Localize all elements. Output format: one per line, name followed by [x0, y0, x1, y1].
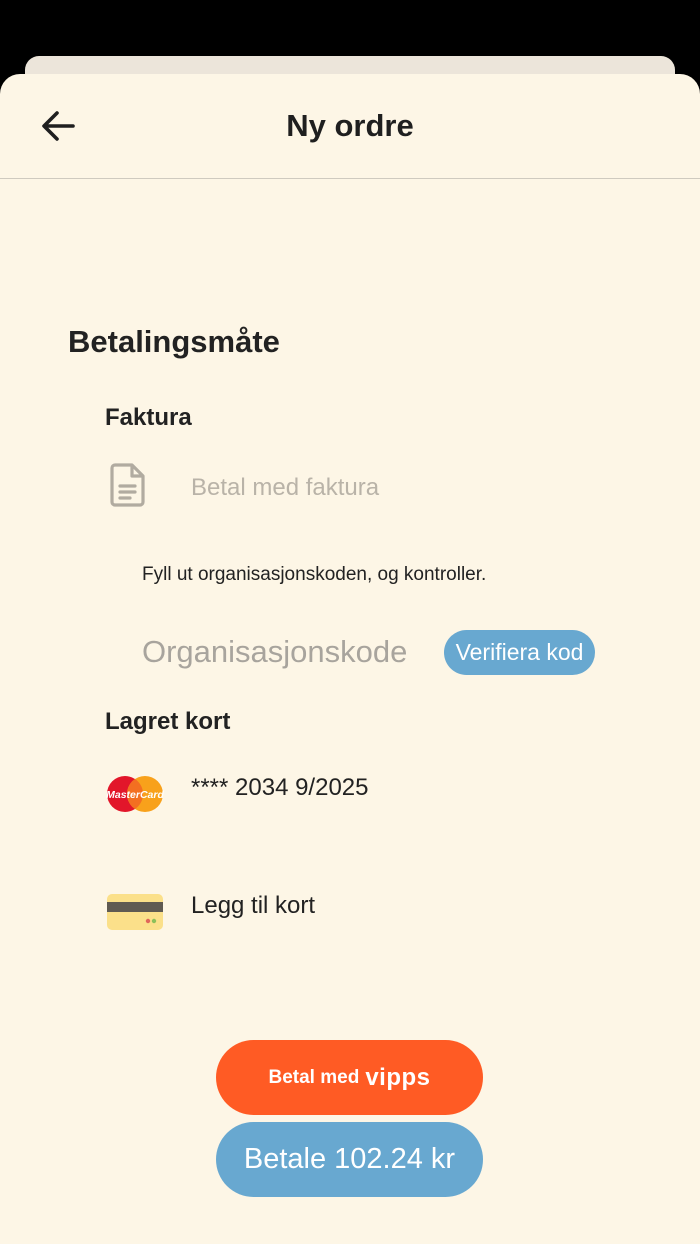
document-icon — [108, 462, 148, 513]
saved-card-option[interactable]: MasterCard **** 2034 9/2025 — [106, 774, 369, 814]
vipps-button-label: Betal med — [268, 1066, 360, 1088]
saved-card-heading: Lagret kort — [105, 708, 231, 735]
pay-with-vipps-button[interactable]: Betal med vipps — [216, 1040, 483, 1115]
invoice-heading: Faktura — [105, 404, 192, 431]
verify-code-button[interactable]: Verifiera kod — [444, 630, 595, 675]
invoice-option[interactable]: Betal med faktura — [108, 462, 379, 513]
credit-card-icon — [106, 892, 164, 932]
invoice-option-label: Betal med faktura — [191, 473, 380, 501]
saved-card-number: **** 2034 9/2025 — [191, 774, 369, 801]
invoice-hint: Fyll ut organisasjonskoden, og kontrolle… — [142, 564, 487, 585]
svg-text:MasterCard: MasterCard — [106, 789, 164, 801]
vipps-logo: vipps — [365, 1063, 431, 1091]
add-card-label: Legg til kort — [191, 892, 316, 919]
add-card-option[interactable]: Legg til kort — [106, 892, 315, 932]
page-title: Ny ordre — [286, 108, 414, 143]
pay-total-button[interactable]: Betale 102.24 kr — [216, 1122, 483, 1197]
order-sheet: Ny ordre Betalingsmåte Faktura Betal med… — [0, 74, 700, 1244]
org-code-input[interactable] — [142, 629, 408, 675]
header: Ny ordre — [0, 74, 700, 179]
payment-method-heading: Betalingsmåte — [68, 324, 280, 359]
mastercard-icon: MasterCard — [106, 774, 164, 814]
